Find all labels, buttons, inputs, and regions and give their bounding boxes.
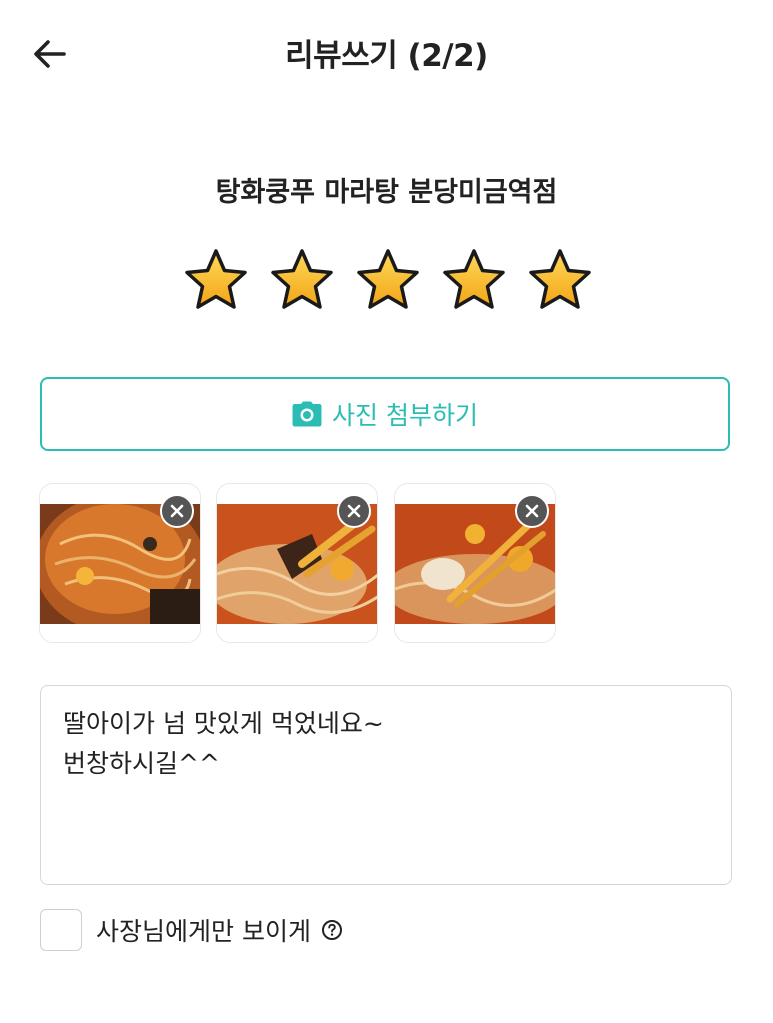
star-icon[interactable] — [269, 247, 335, 313]
star-icon[interactable] — [355, 247, 421, 313]
remove-photo-button[interactable] — [160, 494, 194, 528]
remove-photo-button[interactable] — [515, 494, 549, 528]
page-title: 리뷰쓰기 (2/2) — [285, 38, 488, 74]
attach-photo-label: 사진 첨부하기 — [332, 401, 478, 430]
photo-thumbnail[interactable] — [39, 483, 201, 643]
star-icon[interactable] — [183, 247, 249, 313]
photo-thumbnail[interactable] — [216, 483, 378, 643]
review-text-line: 딸아이가 넘 맛있게 먹었네요~ — [63, 709, 384, 738]
photo-thumbnail[interactable] — [394, 483, 556, 643]
owner-only-label: 사장님에게만 보이게 — [96, 917, 311, 946]
review-text-line: 번창하시길^^ — [63, 749, 220, 778]
owner-only-option: 사장님에게만 보이게 — [40, 908, 343, 952]
attach-photo-button[interactable]: 사진 첨부하기 — [40, 377, 730, 451]
close-icon — [170, 504, 184, 518]
star-rating — [183, 247, 593, 313]
close-icon — [525, 504, 539, 518]
review-textarea[interactable]: 딸아이가 넘 맛있게 먹었네요~ 번창하시길^^ — [40, 685, 732, 885]
close-icon — [347, 504, 361, 518]
owner-only-checkbox[interactable] — [40, 909, 82, 951]
store-name: 탕화쿵푸 마라탕 분당미금역점 — [215, 177, 558, 208]
question-circle-icon[interactable] — [321, 919, 343, 941]
remove-photo-button[interactable] — [337, 494, 371, 528]
star-icon[interactable] — [527, 247, 593, 313]
header: 리뷰쓰기 (2/2) — [0, 0, 773, 110]
star-icon[interactable] — [441, 247, 507, 313]
camera-icon — [292, 401, 322, 427]
